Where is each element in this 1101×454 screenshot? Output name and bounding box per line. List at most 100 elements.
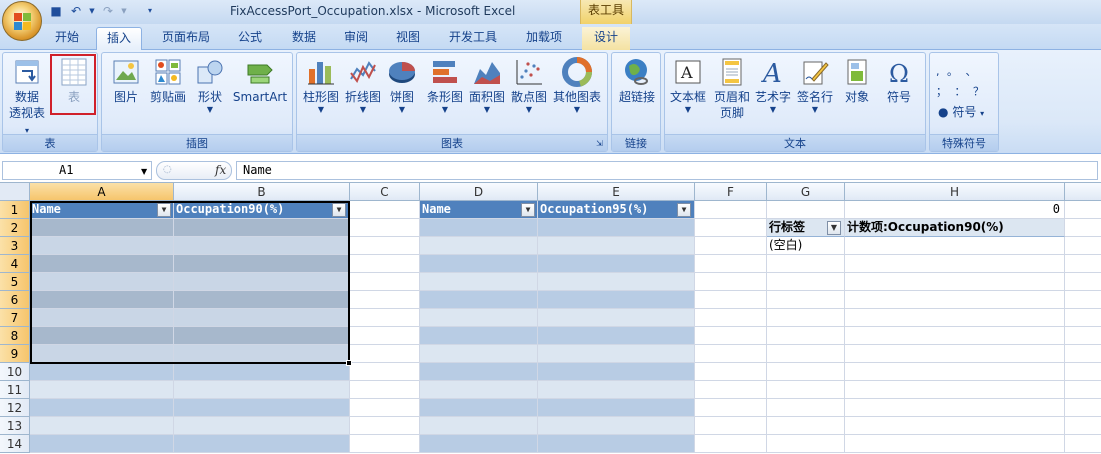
name-box-dropdown-icon[interactable]: ▼ xyxy=(141,167,147,176)
cell[interactable] xyxy=(845,327,1065,345)
cell[interactable] xyxy=(767,327,845,345)
column-header-e[interactable]: E xyxy=(538,183,695,201)
cell[interactable] xyxy=(30,309,174,327)
cell[interactable] xyxy=(1065,435,1101,453)
cell[interactable] xyxy=(1065,417,1101,435)
table1-header-occupation90[interactable]: Occupation90(%) ▼ xyxy=(174,201,350,219)
cell[interactable] xyxy=(538,309,695,327)
row-header[interactable]: 4 xyxy=(0,255,30,273)
save-icon[interactable]: ■ xyxy=(48,3,64,19)
cell[interactable] xyxy=(695,309,767,327)
cell[interactable] xyxy=(420,219,538,237)
cell[interactable] xyxy=(845,309,1065,327)
redo-icon[interactable]: ↷ xyxy=(100,3,116,19)
filter-dropdown-icon[interactable]: ▼ xyxy=(521,203,535,217)
row-header[interactable]: 8 xyxy=(0,327,30,345)
cell[interactable] xyxy=(695,435,767,453)
column-header-h[interactable]: H xyxy=(845,183,1065,201)
special-symbols-row-2[interactable]: ； ： ？ xyxy=(936,83,996,99)
cell[interactable] xyxy=(695,345,767,363)
cell[interactable] xyxy=(845,363,1065,381)
cell[interactable] xyxy=(767,435,845,453)
cell[interactable] xyxy=(30,219,174,237)
special-symbols-row-1[interactable]: , 。 、 xyxy=(936,63,996,79)
tab-data[interactable]: 数据 xyxy=(282,27,326,50)
cell[interactable] xyxy=(174,219,350,237)
cell[interactable] xyxy=(174,435,350,453)
cell[interactable] xyxy=(420,381,538,399)
cell[interactable] xyxy=(174,273,350,291)
row-header[interactable]: 3 xyxy=(0,237,30,255)
cell[interactable] xyxy=(538,435,695,453)
column-chart-button[interactable]: 柱形图 ▼ xyxy=(301,57,341,115)
name-box[interactable]: A1 xyxy=(2,161,152,180)
signature-line-button[interactable]: 签名行 ▼ xyxy=(795,57,835,115)
cell[interactable] xyxy=(695,381,767,399)
shapes-button[interactable]: 形状 ▼ xyxy=(192,57,228,115)
filter-dropdown-icon[interactable]: ▼ xyxy=(157,203,171,217)
insert-function-icon[interactable]: fx xyxy=(215,163,226,177)
undo-dropdown-icon[interactable]: ▼ xyxy=(88,3,96,19)
row-header[interactable]: 11 xyxy=(0,381,30,399)
cell[interactable] xyxy=(538,237,695,255)
cell[interactable] xyxy=(174,363,350,381)
column-header-b[interactable]: B xyxy=(174,183,350,201)
cell[interactable] xyxy=(538,255,695,273)
cell[interactable] xyxy=(174,345,350,363)
cell[interactable] xyxy=(174,381,350,399)
cell[interactable] xyxy=(695,255,767,273)
cell[interactable] xyxy=(845,291,1065,309)
cell[interactable] xyxy=(420,327,538,345)
area-chart-button[interactable]: 面积图 ▼ xyxy=(467,57,507,115)
table1-header-name[interactable]: Name ▼ xyxy=(30,201,174,219)
cell[interactable] xyxy=(174,309,350,327)
column-header-c[interactable]: C xyxy=(350,183,420,201)
cell[interactable] xyxy=(845,255,1065,273)
column-header-g[interactable]: G xyxy=(767,183,845,201)
cell[interactable] xyxy=(420,273,538,291)
cell[interactable] xyxy=(538,219,695,237)
cell[interactable] xyxy=(767,201,845,219)
column-header-extra[interactable] xyxy=(1065,183,1101,201)
row-header[interactable]: 13 xyxy=(0,417,30,435)
filter-dropdown-icon[interactable]: ▼ xyxy=(677,203,691,217)
pivot-blank-item[interactable]: (空白) xyxy=(767,237,845,255)
cell[interactable] xyxy=(845,399,1065,417)
cell[interactable] xyxy=(1065,219,1101,237)
cell[interactable] xyxy=(538,381,695,399)
cell[interactable] xyxy=(350,291,420,309)
cell[interactable] xyxy=(767,345,845,363)
cell[interactable] xyxy=(30,327,174,345)
cell[interactable] xyxy=(174,399,350,417)
symbol-button[interactable]: Ω 符号 xyxy=(879,57,919,105)
pivot-row-labels-header[interactable]: 行标签 ▼ xyxy=(767,219,845,237)
cell[interactable] xyxy=(695,273,767,291)
pivot-table-button[interactable]: 数据 透视表 ▾ xyxy=(7,57,47,139)
cell[interactable] xyxy=(767,417,845,435)
tab-formulas[interactable]: 公式 xyxy=(228,27,272,50)
textbox-button[interactable]: A 文本框 ▼ xyxy=(669,57,707,115)
hyperlink-button[interactable]: 超链接 xyxy=(616,57,658,105)
cell[interactable] xyxy=(845,273,1065,291)
cell[interactable] xyxy=(30,417,174,435)
other-charts-button[interactable]: 其他图表 ▼ xyxy=(551,57,603,115)
object-button[interactable]: 对象 xyxy=(839,57,875,105)
cell[interactable] xyxy=(30,291,174,309)
cell[interactable] xyxy=(30,399,174,417)
dialog-launcher-icon[interactable]: ⇲ xyxy=(596,139,605,148)
cell[interactable] xyxy=(420,399,538,417)
cell[interactable] xyxy=(30,255,174,273)
cell[interactable] xyxy=(30,345,174,363)
cell[interactable] xyxy=(767,255,845,273)
cell[interactable] xyxy=(1065,291,1101,309)
pie-chart-button[interactable]: 饼图 ▼ xyxy=(385,57,419,115)
tab-design[interactable]: 设计 xyxy=(582,27,630,50)
column-header-f[interactable]: F xyxy=(695,183,767,201)
row-header[interactable]: 10 xyxy=(0,363,30,381)
cell[interactable] xyxy=(350,201,420,219)
wordart-button[interactable]: A 艺术字 ▼ xyxy=(753,57,793,115)
cell[interactable] xyxy=(538,417,695,435)
row-header[interactable]: 12 xyxy=(0,399,30,417)
cell[interactable] xyxy=(420,255,538,273)
cell[interactable] xyxy=(767,309,845,327)
